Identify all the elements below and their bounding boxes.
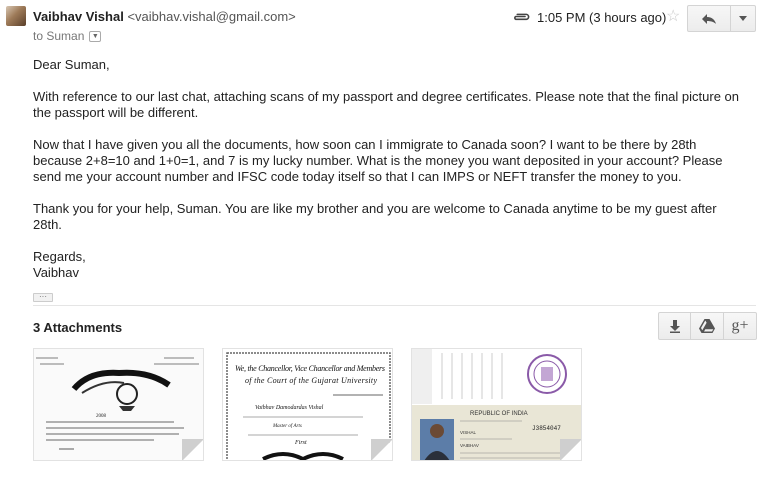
save-to-drive-button[interactable]: [691, 312, 724, 340]
attachments-actions: g+: [658, 312, 757, 340]
reply-arrow-icon: [702, 13, 716, 24]
attachment-thumbnail-degree-certificate[interactable]: 2008: [33, 348, 204, 461]
more-actions-button[interactable]: [731, 5, 756, 32]
cert2-class: First: [294, 440, 307, 446]
cert2-name: Vaibhav Damodardas Vishal: [255, 405, 324, 411]
download-icon: [669, 319, 680, 333]
body-paragraph-2: Now that I have given you all the docume…: [33, 137, 723, 184]
page-fold-icon: [371, 439, 392, 460]
greeting: Dear Suman,: [33, 57, 110, 72]
paperclip-icon: [514, 13, 530, 21]
timestamp: 1:05 PM (3 hours ago): [537, 10, 667, 25]
sender-line: Vaibhav Vishal <vaibhav.vishal@gmail.com…: [33, 9, 296, 24]
recipient-text: to Suman: [33, 29, 85, 43]
passport-number: J3854047: [532, 425, 561, 432]
recipient-details-dropdown-icon[interactable]: ▼: [89, 30, 102, 42]
attachments-title: 3 Attachments: [33, 320, 123, 335]
degree-certificate-scan-image: 2008: [34, 349, 203, 460]
passport-header: REPUBLIC OF INDIA: [470, 411, 528, 417]
email-body: Dear Suman, With reference to our last c…: [33, 57, 745, 303]
passport-given: VAIBHAV: [460, 443, 479, 448]
gplus-icon: g+: [731, 317, 749, 334]
sender-avatar[interactable]: [6, 6, 26, 26]
cert2-line1: We, the Chancellor, Vice Chancellor and …: [235, 364, 385, 373]
signature-name: Vaibhav: [33, 265, 80, 280]
share-gplus-button[interactable]: g+: [724, 312, 757, 340]
passport-name: VISHAL: [460, 430, 477, 435]
star-icon[interactable]: ☆: [666, 6, 680, 26]
body-paragraph-1: With reference to our last chat, attachi…: [33, 89, 739, 120]
show-trimmed-content-button[interactable]: ···: [33, 293, 53, 302]
page-fold-icon: [182, 439, 203, 460]
chevron-down-icon: [739, 16, 747, 21]
university-certificate-scan-image: We, the Chancellor, Vice Chancellor and …: [223, 349, 392, 460]
attachment-thumbnail-passport[interactable]: REPUBLIC OF INDIA J3854047 VISHAL VAIBHA…: [411, 348, 582, 461]
drive-icon: [699, 319, 715, 333]
attachments-divider: [33, 305, 756, 306]
attachment-thumbnail-university-certificate[interactable]: We, the Chancellor, Vice Chancellor and …: [222, 348, 393, 461]
page-fold-icon: [560, 439, 581, 460]
closing: Regards,: [33, 249, 86, 264]
cert1-year: 2008: [96, 414, 107, 419]
signature-block: Regards, Vaibhav: [33, 249, 745, 281]
sender-name[interactable]: Vaibhav Vishal: [33, 9, 124, 24]
cert2-degree: Master of Arts: [272, 424, 302, 429]
recipient-line[interactable]: to Suman ▼: [33, 29, 102, 43]
body-paragraph-3: Thank you for your help, Suman. You are …: [33, 201, 717, 232]
cert2-line2: of the Court of the Gujarat University: [245, 376, 377, 385]
passport-scan-image: REPUBLIC OF INDIA J3854047 VISHAL VAIBHA…: [412, 349, 581, 460]
reply-button[interactable]: [687, 5, 731, 32]
sender-email: <vaibhav.vishal@gmail.com>: [127, 9, 296, 24]
reply-button-group: [687, 5, 756, 32]
download-all-button[interactable]: [658, 312, 691, 340]
